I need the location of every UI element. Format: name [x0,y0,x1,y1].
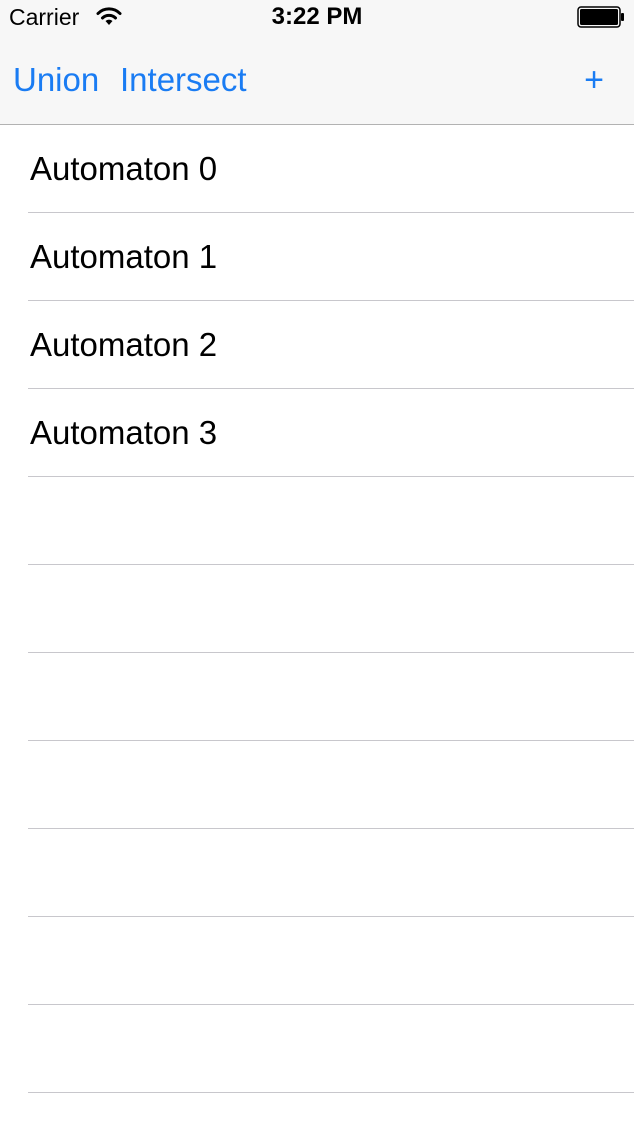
intersect-button[interactable]: Intersect [120,60,247,100]
battery-icon [577,6,624,28]
table-row-empty [0,653,634,741]
status-time: 3:22 PM [271,3,363,30]
automaton-table: Automaton 0 Automaton 1 Automaton 2 Auto… [0,125,634,1128]
table-row-empty [0,917,634,1005]
app-screen: Carrier 3:22 PM Union Intersect + Automa… [0,0,634,1128]
table-row[interactable]: Automaton 2 [0,301,634,389]
table-row-empty [0,565,634,653]
table-row[interactable]: Automaton 3 [0,389,634,477]
navigation-bar: Union Intersect + [0,36,634,125]
status-bar: Carrier 3:22 PM [0,0,634,36]
row-label: Automaton 2 [30,326,218,363]
table-row-empty [0,829,634,917]
add-button[interactable]: + [584,60,604,100]
row-label: Automaton 3 [30,414,218,451]
row-label: Automaton 0 [30,150,218,187]
table-row-empty [0,741,634,829]
union-button[interactable]: Union [13,60,99,100]
table-row-empty [0,1093,634,1128]
row-label: Automaton 1 [30,238,218,275]
table-row[interactable]: Automaton 1 [0,213,634,301]
table-row-empty [0,477,634,565]
table-row[interactable]: Automaton 0 [0,125,634,213]
table-row-empty [0,1005,634,1093]
